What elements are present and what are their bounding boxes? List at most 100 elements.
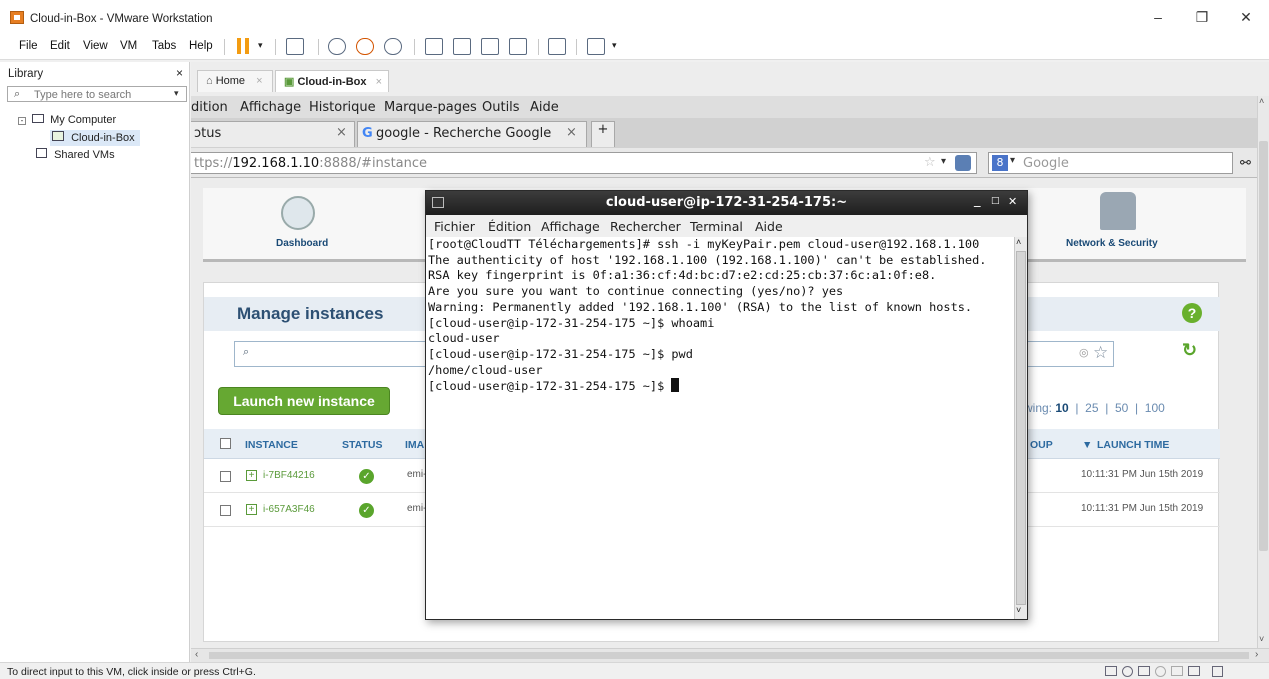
search-engine-icon[interactable]: 8 [992,155,1008,171]
row-checkbox[interactable] [220,505,231,516]
full-screen-icon[interactable] [481,38,499,55]
scroll-down-icon[interactable]: ˅ [1259,634,1264,644]
launch-instance-button[interactable]: Launch new instance [218,387,390,415]
col-launch-time[interactable]: LAUNCH TIME [1097,439,1169,451]
stretch-guest-icon[interactable] [587,38,605,55]
search-dropdown-icon[interactable]: ▾ [174,88,179,99]
url-input[interactable]: ttps://192.168.1.10:8888/#instance ☆ ▾ [191,152,977,174]
term-menu-terminal[interactable]: Terminal [690,219,743,234]
minimize-button[interactable]: – [1136,5,1180,29]
send-ctrl-alt-del-icon[interactable] [286,38,304,55]
nav-dashboard[interactable]: Dashboard [276,238,328,249]
pause-icon[interactable] [237,38,241,54]
menu-view[interactable]: View [83,40,108,52]
menu-vm[interactable]: VM [120,40,137,52]
snapshot-icon[interactable] [328,38,346,55]
library-close-button[interactable]: × [176,66,183,80]
close-window-button[interactable]: ✕ [1224,5,1268,29]
help-icon[interactable]: ? [1182,303,1202,323]
close-tab-icon[interactable]: × [376,76,382,88]
url-dropdown-icon[interactable]: ▾ [941,156,946,167]
collapse-icon[interactable]: - [18,117,26,125]
scroll-thumb[interactable] [1259,141,1268,551]
instance-id[interactable]: i-657A3F46 [263,504,315,515]
show-library-icon[interactable] [425,38,443,55]
menu-help[interactable]: Help [189,40,213,52]
snapshot-manager-icon[interactable] [384,38,402,55]
unity-icon[interactable] [509,38,527,55]
term-menu-file[interactable]: Fichier [434,219,475,234]
terminal-minimize-icon[interactable]: _ [974,193,981,208]
message-log-icon[interactable] [1212,666,1223,677]
stretch-dropdown-icon[interactable]: ▾ [612,40,617,51]
menu-edit[interactable]: Edit [50,40,70,52]
reload-icon[interactable] [955,155,971,171]
scroll-down-icon[interactable]: ˅ [1016,605,1021,615]
hard-disk-icon[interactable] [1105,666,1117,676]
ff-menu-history[interactable]: Historique [309,100,376,115]
col-status[interactable]: STATUS [342,439,382,451]
col-group[interactable]: OUP [1030,439,1053,451]
scroll-up-icon[interactable]: ˄ [1016,237,1021,247]
menu-file[interactable]: File [19,40,38,52]
dashboard-icon[interactable] [281,196,315,230]
scroll-thumb[interactable] [1016,251,1026,605]
instance-filter-input[interactable]: ⌕ [234,341,434,367]
nav-network-security[interactable]: Network & Security [1066,238,1158,249]
select-all-checkbox[interactable] [220,438,231,449]
binoculars-icon[interactable]: ⚯ [1240,155,1251,171]
tree-item-cloud-in-box[interactable]: Cloud-in-Box [52,131,135,144]
close-tab-icon[interactable]: × [566,125,577,140]
favorite-star-icon[interactable]: ☆ [1093,343,1108,363]
col-image[interactable]: IMA [405,439,424,451]
ff-menu-tools[interactable]: Outils [482,100,520,115]
engine-dropdown-icon[interactable]: ▾ [1010,155,1015,166]
close-tab-icon[interactable]: × [336,125,347,140]
tree-item-shared-vms[interactable]: Shared VMs [36,148,115,161]
close-tab-icon[interactable]: × [256,75,262,87]
ff-tab-status[interactable]: ɔtus × [191,121,355,147]
terminal-maximize-icon[interactable]: □ [991,196,1000,206]
ff-menu-bookmarks[interactable]: Marque-pages [384,100,477,115]
tree-item-my-computer[interactable]: - My Computer [18,114,116,126]
expand-row-icon[interactable]: + [246,504,257,515]
filter-input-right[interactable]: ◎ ☆ [1024,341,1114,367]
sound-card-icon[interactable] [1171,666,1183,676]
page-size-25[interactable]: 25 [1085,401,1098,415]
vm-horizontal-scrollbar[interactable]: ‹ › [191,648,1269,662]
terminal-output[interactable]: [root@CloudTT Téléchargements]# ssh -i m… [426,237,1014,619]
ff-menu-view[interactable]: Affichage [240,100,301,115]
library-search-input[interactable]: ⌕ Type here to search ▾ [7,86,187,102]
printer-icon[interactable] [1188,666,1200,676]
scroll-right-icon[interactable]: › [1255,649,1258,660]
terminal-scrollbar[interactable]: ˄ ˅ [1014,237,1027,619]
guest-vertical-scrollbar[interactable]: ˄ ˅ [1257,96,1269,648]
col-instance[interactable]: INSTANCE [245,439,298,451]
instance-id[interactable]: i-7BF44216 [263,470,315,481]
usb-icon[interactable] [1155,666,1166,677]
term-menu-help[interactable]: Aide [755,219,783,234]
tab-cloud-in-box[interactable]: ▣ Cloud-in-Box × [275,70,389,92]
expand-row-icon[interactable]: + [246,470,257,481]
tab-home[interactable]: ⌂ Home × [197,70,273,92]
terminal-close-icon[interactable]: ✕ [1008,195,1017,208]
web-search-input[interactable]: 8 ▾ Google [988,152,1233,174]
page-size-100[interactable]: 100 [1145,401,1165,415]
menu-tabs[interactable]: Tabs [152,40,176,52]
terminal-titlebar[interactable]: cloud-user@ip-172-31-254-175:~ _ □ ✕ [426,191,1027,215]
terminal-window[interactable]: cloud-user@ip-172-31-254-175:~ _ □ ✕ Fic… [425,190,1028,620]
page-size-50[interactable]: 50 [1115,401,1128,415]
term-menu-edit[interactable]: Édition [488,219,531,234]
revert-snapshot-icon[interactable] [356,38,374,55]
refresh-icon[interactable]: ↻ [1182,340,1197,361]
ff-tab-google[interactable]: G google - Recherche Google × [357,121,587,147]
ff-menu-help[interactable]: Aide [530,100,559,115]
term-menu-view[interactable]: Affichage [541,219,600,234]
scroll-up-icon[interactable]: ˄ [1259,96,1264,106]
network-security-icon[interactable] [1100,192,1136,230]
clear-filter-icon[interactable]: ◎ [1079,346,1089,359]
scroll-thumb[interactable] [209,652,1249,659]
new-tab-button[interactable]: + [591,121,615,147]
restore-button[interactable]: ❐ [1180,5,1224,29]
term-menu-search[interactable]: Rechercher [610,219,681,234]
